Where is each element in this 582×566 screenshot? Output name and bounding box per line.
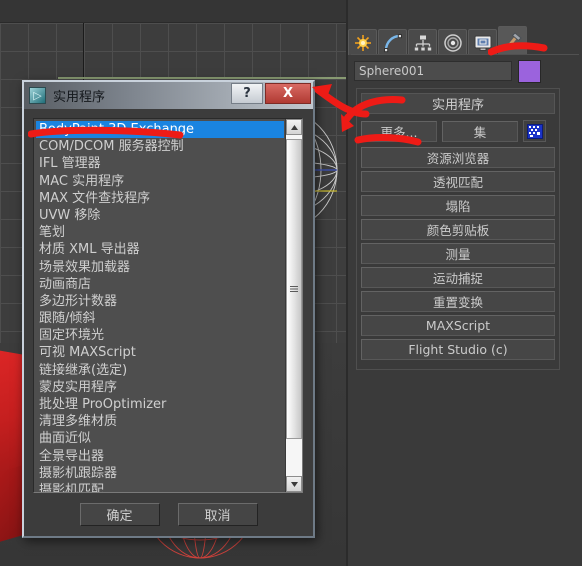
dialog-body: BodyPaint 3D Exchange COM/DCOM 服务器控制 IFL… xyxy=(24,109,313,536)
list-item[interactable]: 可视 MAXScript xyxy=(36,344,285,361)
utilities-panel-body: Sphere001 - 实用程序 更多... 集 资源浏览器 透视匹配 塌陷 颜… xyxy=(351,54,579,566)
utility-button[interactable]: MAXScript xyxy=(361,315,555,336)
utility-plugins-list-scroll-area[interactable]: BodyPaint 3D Exchange COM/DCOM 服务器控制 IFL… xyxy=(34,119,285,492)
utility-button[interactable]: 运动捕捉 xyxy=(361,267,555,288)
dialog-window-buttons: ? X xyxy=(231,83,311,104)
display-tab[interactable] xyxy=(468,29,497,55)
list-item[interactable]: 链接继承(选定) xyxy=(36,362,285,379)
dialog-footer: 确定 取消 xyxy=(24,503,313,526)
configure-sets-icon xyxy=(526,123,543,139)
object-name-field[interactable]: Sphere001 xyxy=(354,61,512,81)
list-item[interactable]: 材质 XML 导出器 xyxy=(36,241,285,258)
utility-button[interactable]: 测量 xyxy=(361,243,555,264)
chevron-down-icon xyxy=(290,481,298,487)
scrollbar-thumb[interactable] xyxy=(286,139,302,439)
scroll-down-button[interactable] xyxy=(286,476,302,492)
utility-button[interactable]: 重置变换 xyxy=(361,291,555,312)
chevron-up-icon xyxy=(290,124,298,130)
utility-button[interactable]: 颜色剪贴板 xyxy=(361,219,555,240)
star-icon xyxy=(354,34,371,51)
motion-tab[interactable] xyxy=(438,29,467,55)
list-item[interactable]: 固定环境光 xyxy=(36,327,285,344)
list-item[interactable]: 摄影机跟踪器 xyxy=(36,465,285,482)
viewport-top-strip xyxy=(0,0,348,23)
collapse-icon[interactable]: - xyxy=(367,95,372,110)
utilities-rollout: - 实用程序 更多... 集 资源浏览器 透视匹配 塌陷 颜色剪贴板 测量 运动… xyxy=(356,88,560,370)
list-item[interactable]: 全景导出器 xyxy=(36,448,285,465)
list-item[interactable]: 清理多维材质 xyxy=(36,413,285,430)
hierarchy-tab[interactable] xyxy=(408,29,437,55)
grip-icon xyxy=(290,286,298,292)
create-tab[interactable] xyxy=(348,29,377,55)
app-window: Sphere001 - 实用程序 更多... 集 资源浏览器 透视匹配 塌陷 颜… xyxy=(0,0,582,566)
utility-button[interactable]: 透视匹配 xyxy=(361,171,555,192)
list-item[interactable]: COM/DCOM 服务器控制 xyxy=(36,138,285,155)
ok-button[interactable]: 确定 xyxy=(79,503,160,526)
dialog-title: 实用程序 xyxy=(53,90,106,105)
utility-buttons-list: 资源浏览器 透视匹配 塌陷 颜色剪贴板 测量 运动捕捉 重置变换 MAXScri… xyxy=(361,147,555,360)
scroll-up-button[interactable] xyxy=(286,119,302,135)
object-color-swatch[interactable] xyxy=(518,59,541,83)
motion-icon xyxy=(443,33,462,52)
utility-button[interactable]: 资源浏览器 xyxy=(361,147,555,168)
more-button[interactable]: 更多... xyxy=(361,120,437,142)
list-item[interactable]: BodyPaint 3D Exchange xyxy=(36,121,284,139)
utilities-rollout-header[interactable]: - 实用程序 xyxy=(361,93,555,114)
list-scrollbar[interactable] xyxy=(285,119,302,492)
sets-button[interactable]: 集 xyxy=(442,120,518,142)
list-item[interactable]: MAC 实用程序 xyxy=(36,173,285,190)
list-item[interactable]: 曲面近似 xyxy=(36,430,285,447)
close-button[interactable]: X xyxy=(265,83,311,104)
hierarchy-icon xyxy=(413,34,432,51)
list-item[interactable]: 多边形计数器 xyxy=(36,293,285,310)
utilities-rollout-title: 实用程序 xyxy=(431,98,484,113)
configure-sets-button[interactable] xyxy=(523,120,546,142)
utilities-dialog: ▷ 实用程序 ? X BodyPaint 3D Exchange COM/DCO… xyxy=(22,80,315,538)
list-item[interactable]: 笔划 xyxy=(36,224,285,241)
more-sets-row: 更多... 集 xyxy=(361,120,555,142)
scrollbar-track[interactable] xyxy=(286,135,302,476)
command-panel: Sphere001 - 实用程序 更多... 集 资源浏览器 透视匹配 塌陷 颜… xyxy=(348,0,582,566)
list-item[interactable]: 蒙皮实用程序 xyxy=(36,379,285,396)
viewport-selection-edge xyxy=(58,77,348,79)
utility-button[interactable]: Flight Studio (c) xyxy=(361,339,555,360)
utility-button[interactable]: 塌陷 xyxy=(361,195,555,216)
list-item[interactable]: 场景效果加载器 xyxy=(36,259,285,276)
command-panel-tabs xyxy=(348,25,582,55)
hammer-icon xyxy=(506,32,522,49)
dialog-title-bar[interactable]: ▷ 实用程序 ? X xyxy=(24,82,313,110)
monitor-icon xyxy=(474,35,491,51)
list-item[interactable]: 动画商店 xyxy=(36,276,285,293)
max-utility-icon: ▷ xyxy=(29,87,46,104)
arc-icon xyxy=(383,33,402,52)
help-button[interactable]: ? xyxy=(231,83,263,104)
modify-tab[interactable] xyxy=(378,29,407,55)
object-name-row: Sphere001 xyxy=(354,59,568,83)
list-item[interactable]: UVW 移除 xyxy=(36,207,285,224)
cancel-button[interactable]: 取消 xyxy=(177,503,258,526)
list-item[interactable]: 批处理 ProOptimizer xyxy=(36,396,285,413)
utilities-tab[interactable] xyxy=(498,26,527,55)
list-item[interactable]: IFL 管理器 xyxy=(36,155,285,172)
list-item[interactable]: MAX 文件查找程序 xyxy=(36,190,285,207)
list-item[interactable]: 摄影机匹配 xyxy=(36,482,285,492)
utility-plugins-list[interactable]: BodyPaint 3D Exchange COM/DCOM 服务器控制 IFL… xyxy=(33,118,303,493)
list-item[interactable]: 跟随/倾斜 xyxy=(36,310,285,327)
